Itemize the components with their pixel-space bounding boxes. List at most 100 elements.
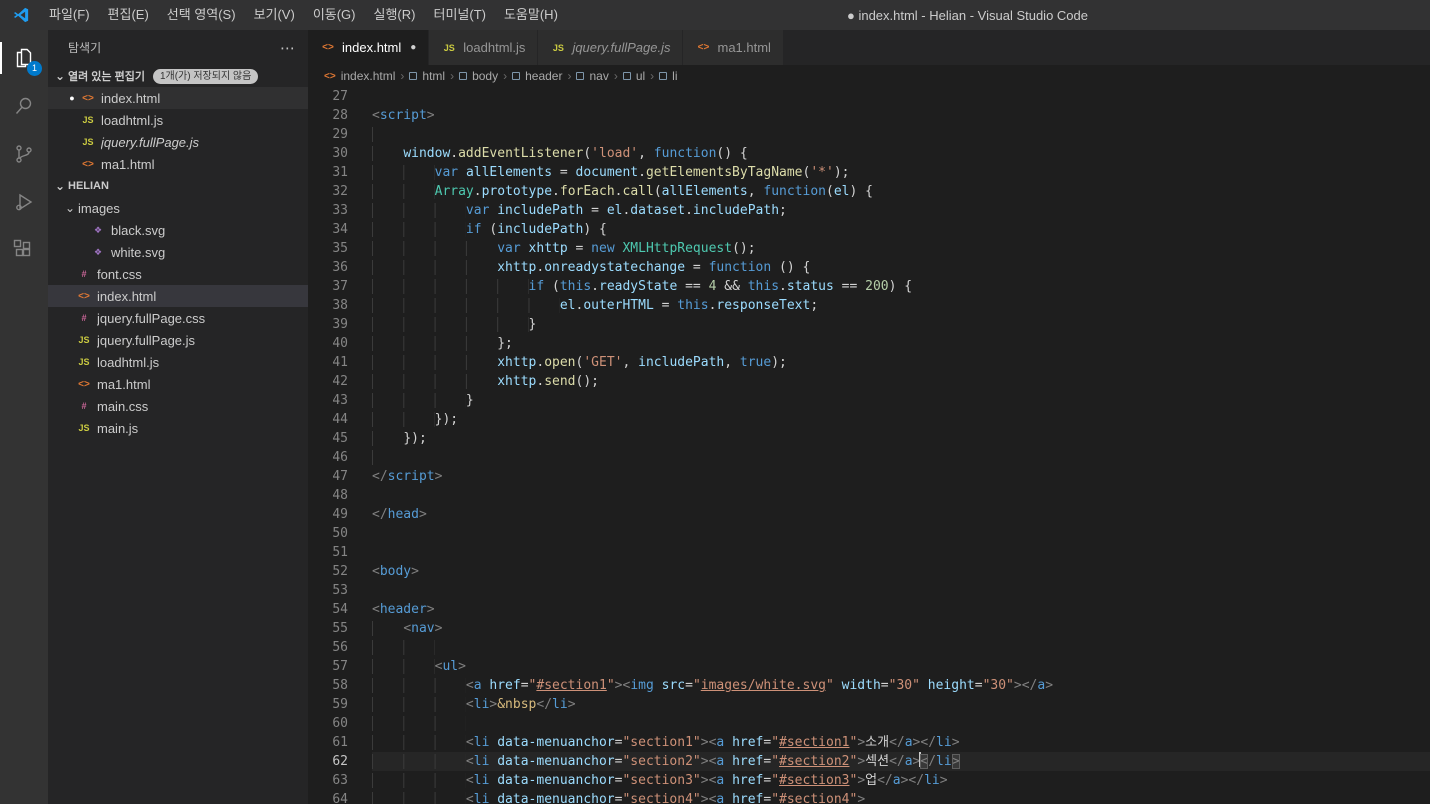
code-line-49[interactable]: </head> (372, 505, 1430, 524)
open-editor-item-0[interactable]: ●<>index.html (48, 87, 308, 109)
code-line-37[interactable]: if (this.readyState == 4 && this.status … (372, 277, 1430, 296)
code-token: this (560, 279, 591, 294)
code-line-31[interactable]: var allElements = document.getElementsBy… (372, 163, 1430, 182)
breadcrumb-item-header[interactable]: header (512, 69, 562, 83)
code-line-45[interactable]: }); (372, 429, 1430, 448)
code-line-52[interactable]: <body> (372, 562, 1430, 581)
folder-root-header[interactable]: ⌄ HELIAN (48, 175, 308, 197)
code-line-27[interactable] (372, 87, 1430, 106)
menu-item-0[interactable]: 파일(F) (40, 0, 99, 30)
code-token: open (544, 355, 575, 370)
breadcrumb-item-index.html[interactable]: <>index.html (324, 69, 395, 83)
file-label: jquery.fullPage.js (97, 333, 195, 348)
code-line-35[interactable]: var xhttp = new XMLHttpRequest(); (372, 239, 1430, 258)
menu-item-6[interactable]: 터미널(T) (424, 0, 494, 30)
tree-item-5[interactable]: #jquery.fullPage.css (48, 307, 308, 329)
code-line-57[interactable]: <ul> (372, 657, 1430, 676)
menu-item-2[interactable]: 선택 영역(S) (158, 0, 245, 30)
code-content[interactable]: <script> window.addEventListener('load',… (372, 87, 1430, 804)
breadcrumb-item-li[interactable]: li (659, 69, 677, 83)
tree-item-7[interactable]: JSloadhtml.js (48, 351, 308, 373)
line-number: 39 (308, 315, 372, 334)
tab-ma1.html[interactable]: <>ma1.html (683, 30, 783, 65)
open-editors-header[interactable]: ⌄ 열려 있는 편집기 1개(가) 저장되지 않음 (48, 65, 308, 87)
source-control-icon[interactable] (0, 130, 48, 178)
tree-item-6[interactable]: JSjquery.fullPage.js (48, 329, 308, 351)
code-line-28[interactable]: <script> (372, 106, 1430, 125)
tab-index.html[interactable]: <>index.html● (308, 30, 429, 65)
code-line-40[interactable]: }; (372, 334, 1430, 353)
code-line-50[interactable] (372, 524, 1430, 543)
tree-item-3[interactable]: #font.css (48, 263, 308, 285)
open-editor-item-3[interactable]: <>ma1.html (48, 153, 308, 175)
breadcrumb-item-ul[interactable]: ul (623, 69, 645, 83)
code-line-41[interactable]: xhttp.open('GET', includePath, true); (372, 353, 1430, 372)
code-token: = (685, 678, 693, 693)
code-line-44[interactable]: }); (372, 410, 1430, 429)
tree-item-0[interactable]: ⌄images (48, 197, 308, 219)
breadcrumb-item-nav[interactable]: nav (576, 69, 608, 83)
code-line-48[interactable] (372, 486, 1430, 505)
code-line-43[interactable]: } (372, 391, 1430, 410)
code-token: href (489, 678, 520, 693)
menu-item-3[interactable]: 보기(V) (245, 0, 304, 30)
code-line-38[interactable]: el.outerHTML = this.responseText; (372, 296, 1430, 315)
menu-item-4[interactable]: 이동(G) (304, 0, 365, 30)
tab-loadhtml.js[interactable]: JSloadhtml.js (429, 30, 538, 65)
code-line-29[interactable] (372, 125, 1430, 144)
code-line-51[interactable] (372, 543, 1430, 562)
tree-item-8[interactable]: <>ma1.html (48, 373, 308, 395)
code-line-33[interactable]: var includePath = el.dataset.includePath… (372, 201, 1430, 220)
code-line-59[interactable]: <li>&nbsp</li> (372, 695, 1430, 714)
code-line-39[interactable]: } (372, 315, 1430, 334)
line-number-gutter[interactable]: 2728293031323334353637383940414243444546… (308, 87, 372, 804)
search-icon[interactable] (0, 82, 48, 130)
code-line-53[interactable] (372, 581, 1430, 600)
tree-item-1[interactable]: ❖black.svg (48, 219, 308, 241)
open-editor-item-2[interactable]: JSjquery.fullPage.js (48, 131, 308, 153)
code-token: " (771, 792, 779, 804)
code-line-54[interactable]: <header> (372, 600, 1430, 619)
code-line-34[interactable]: if (includePath) { (372, 220, 1430, 239)
code-line-60[interactable] (372, 714, 1430, 733)
line-number: 41 (308, 353, 372, 372)
code-token: head (388, 507, 419, 522)
code-token (372, 431, 403, 446)
extensions-icon[interactable] (0, 226, 48, 274)
menu-item-5[interactable]: 실행(R) (365, 0, 425, 30)
code-line-63[interactable]: <li data-menuanchor="section3"><a href="… (372, 771, 1430, 790)
menu-item-1[interactable]: 편집(E) (99, 0, 158, 30)
code-line-58[interactable]: <a href="#section1"><img src="images/whi… (372, 676, 1430, 695)
file-label: black.svg (111, 223, 165, 238)
code-line-61[interactable]: <li data-menuanchor="section1"><a href="… (372, 733, 1430, 752)
code-line-42[interactable]: xhttp.send(); (372, 372, 1430, 391)
code-line-62[interactable]: <li data-menuanchor="section2"><a href="… (372, 752, 1430, 771)
tab-bar: <>index.html●JSloadhtml.jsJSjquery.fullP… (308, 30, 1430, 65)
code-line-64[interactable]: <li data-menuanchor="section4"><a href="… (372, 790, 1430, 804)
explorer-icon[interactable]: 1 (0, 34, 48, 82)
tree-item-4[interactable]: <>index.html (48, 285, 308, 307)
code-token: allElements (662, 184, 748, 199)
breadcrumb-item-body[interactable]: body (459, 69, 498, 83)
code-line-32[interactable]: Array.prototype.forEach.call(allElements… (372, 182, 1430, 201)
code-line-36[interactable]: xhttp.onreadystatechange = function () { (372, 258, 1430, 277)
code-line-55[interactable]: <nav> (372, 619, 1430, 638)
tree-item-2[interactable]: ❖white.svg (48, 241, 308, 263)
code-line-30[interactable]: window.addEventListener('load', function… (372, 144, 1430, 163)
line-number: 47 (308, 467, 372, 486)
tab-jquery.fullPage.js[interactable]: JSjquery.fullPage.js (538, 30, 683, 65)
open-editor-item-1[interactable]: JSloadhtml.js (48, 109, 308, 131)
code-editor[interactable]: 2728293031323334353637383940414243444546… (308, 87, 1430, 804)
tree-item-10[interactable]: JSmain.js (48, 417, 308, 439)
menu-item-7[interactable]: 도움말(H) (495, 0, 567, 30)
code-token: #section1 (779, 735, 849, 750)
run-and-debug-icon[interactable] (0, 178, 48, 226)
code-token (920, 678, 928, 693)
more-actions-icon[interactable]: ⋯ (280, 39, 296, 57)
breadcrumb-item-html[interactable]: html (409, 69, 445, 83)
code-line-47[interactable]: </script> (372, 467, 1430, 486)
code-line-56[interactable] (372, 638, 1430, 657)
tree-item-9[interactable]: #main.css (48, 395, 308, 417)
chevron-down-icon: ⌄ (62, 201, 78, 215)
code-line-46[interactable] (372, 448, 1430, 467)
